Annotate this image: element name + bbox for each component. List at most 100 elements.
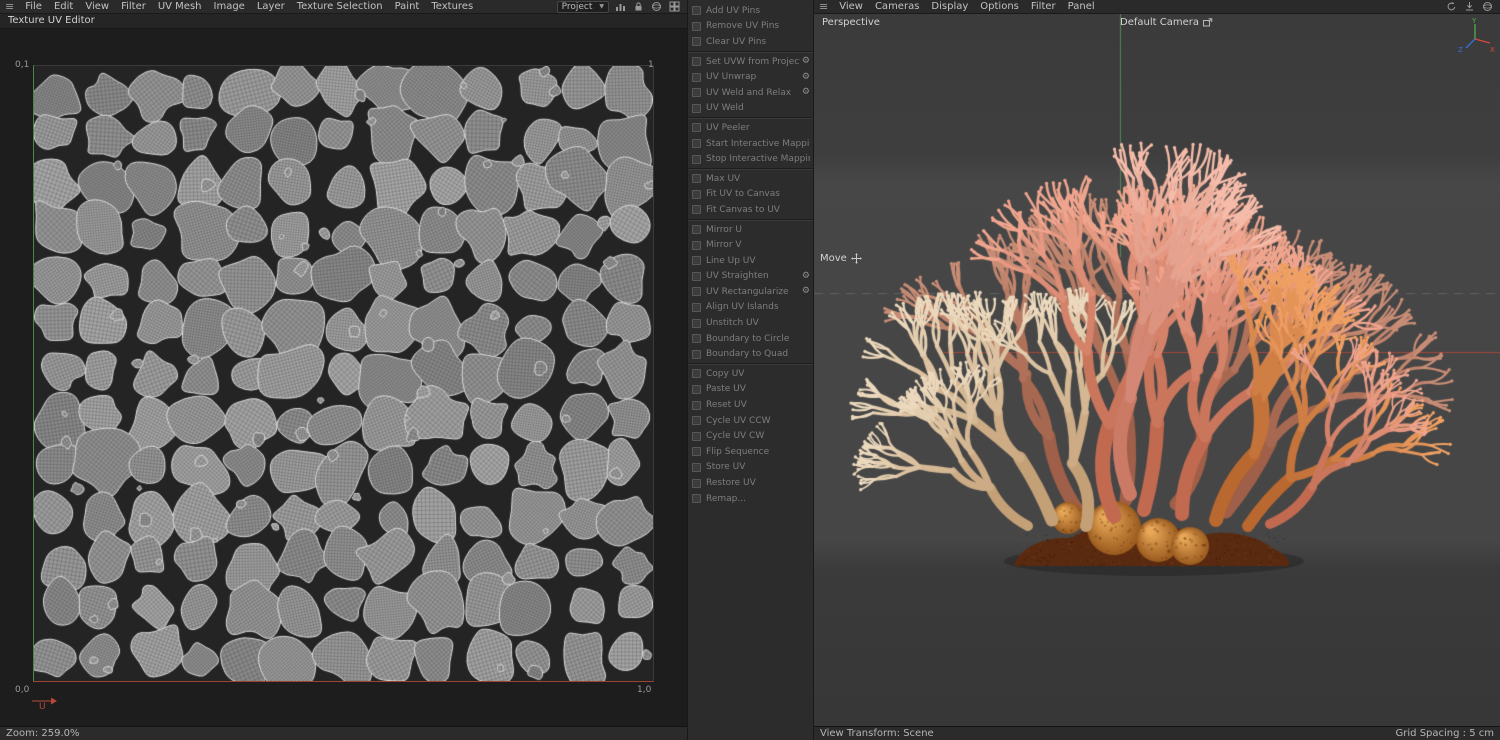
command-item-store-uv[interactable]: Store UV [688, 460, 813, 476]
command-icon [692, 416, 701, 426]
menu-item-options[interactable]: Options [974, 0, 1025, 14]
menu-item-paint[interactable]: Paint [389, 0, 426, 14]
viewport-panel: ≡ View Cameras Display Options Filter Panel P… [814, 0, 1500, 740]
u-axis-label: U [39, 702, 46, 712]
camera-label[interactable]: Default Camera [1120, 17, 1213, 28]
gear-icon[interactable]: ⚙ [800, 57, 810, 66]
lock-icon[interactable] [632, 0, 645, 13]
command-icon [692, 384, 701, 394]
command-label: Remove UV Pins [706, 21, 780, 32]
axis-label-z: Z [1458, 46, 1463, 54]
menu-item-filter[interactable]: Filter [1025, 0, 1062, 14]
command-item-uv-weld[interactable]: UV Weld [688, 101, 813, 117]
menu-item-view[interactable]: View [833, 0, 869, 14]
menu-item-edit[interactable]: Edit [48, 0, 79, 14]
commands-separator [688, 363, 813, 366]
sphere-icon[interactable] [1481, 0, 1494, 13]
grid-icon[interactable] [668, 0, 681, 13]
command-item-uv-peeler[interactable]: UV Peeler [688, 120, 813, 136]
command-icon [692, 72, 701, 82]
command-label: UV Weld [706, 103, 744, 114]
menu-item-textures[interactable]: Textures [425, 0, 479, 14]
uv-editor-panel: ≡ File Edit View Filter UV Mesh Image Layer Tex… [0, 0, 687, 740]
command-label: Paste UV [706, 384, 746, 395]
command-item-reset-uv[interactable]: Reset UV [688, 397, 813, 413]
gear-icon[interactable]: ⚙ [800, 88, 810, 97]
command-item-unstitch-uv[interactable]: Unstitch UV [688, 315, 813, 331]
command-item-max-uv[interactable]: Max UV [688, 171, 813, 187]
project-dropdown[interactable]: Project ▼ [556, 0, 609, 13]
hamburger-menu-icon[interactable]: ≡ [814, 0, 833, 14]
menu-item-uv-mesh[interactable]: UV Mesh [152, 0, 208, 14]
command-icon [692, 57, 701, 67]
command-item-mirror-u[interactable]: Mirror U [688, 222, 813, 238]
command-item-paste-uv[interactable]: Paste UV [688, 382, 813, 398]
command-item-fit-uv-to-canvas[interactable]: Fit UV to Canvas [688, 187, 813, 203]
refresh-icon[interactable] [1445, 0, 1458, 13]
histogram-icon[interactable] [614, 0, 627, 13]
command-item-uv-unwrap[interactable]: UV Unwrap ⚙ [688, 69, 813, 85]
menu-item-image[interactable]: Image [208, 0, 251, 14]
command-icon [692, 494, 701, 504]
command-item-restore-uv[interactable]: Restore UV [688, 475, 813, 491]
command-item-boundary-to-circle[interactable]: Boundary to Circle [688, 331, 813, 347]
command-item-fit-canvas-to-uv[interactable]: Fit Canvas to UV [688, 202, 813, 218]
command-item-align-uv-islands[interactable]: Align UV Islands [688, 300, 813, 316]
command-item-add-uv-pins[interactable]: Add UV Pins [688, 3, 813, 19]
command-item-remove-uv-pins[interactable]: Remove UV Pins [688, 19, 813, 35]
hamburger-menu-icon[interactable]: ≡ [0, 0, 19, 14]
axis-gizmo[interactable]: Y Z X [1454, 16, 1496, 62]
command-item-uv-rectangularize[interactable]: UV Rectangularize ⚙ [688, 284, 813, 300]
command-icon [692, 334, 701, 344]
gear-icon[interactable]: ⚙ [800, 287, 810, 296]
viewport-canvas[interactable] [814, 14, 1500, 726]
popout-icon [1202, 18, 1213, 27]
menu-item-filter[interactable]: Filter [115, 0, 152, 14]
menu-item-texture-selection[interactable]: Texture Selection [291, 0, 389, 14]
view-mode-label[interactable]: Perspective [822, 17, 880, 28]
command-item-boundary-to-quad[interactable]: Boundary to Quad [688, 346, 813, 362]
axis-label-y: Y [1471, 17, 1477, 25]
command-item-mirror-v[interactable]: Mirror V [688, 237, 813, 253]
gear-icon[interactable]: ⚙ [800, 72, 810, 82]
command-icon [692, 318, 701, 328]
menu-item-layer[interactable]: Layer [251, 0, 291, 14]
command-icon [692, 240, 701, 250]
uv-coord-bottom-left: 0,0 [15, 685, 30, 695]
command-item-set-uvw-from-projection[interactable]: Set UVW from Projection⚙ [688, 54, 813, 70]
command-icon [692, 462, 701, 472]
commands-separator [688, 50, 813, 53]
viewport-statusbar: View Transform: Scene Grid Spacing : 5 c… [814, 726, 1500, 740]
command-item-cycle-uv-cw[interactable]: Cycle UV CW [688, 428, 813, 444]
command-item-flip-sequence[interactable]: Flip Sequence [688, 444, 813, 460]
uv-editor-tab-label: Texture UV Editor [8, 15, 95, 26]
command-item-clear-uv-pins[interactable]: Clear UV Pins [688, 34, 813, 50]
menu-item-view[interactable]: View [79, 0, 115, 14]
command-item-copy-uv[interactable]: Copy UV [688, 366, 813, 382]
command-icon [692, 205, 701, 215]
gear-icon[interactable]: ⚙ [800, 271, 810, 281]
uv-canvas[interactable] [34, 66, 653, 681]
command-item-uv-weld-and-relax[interactable]: UV Weld and Relax ⚙ [688, 85, 813, 101]
command-label: Flip Sequence [706, 446, 770, 457]
menu-item-file[interactable]: File [19, 0, 48, 14]
uv-editor-tab[interactable]: Texture UV Editor [0, 14, 687, 29]
command-item-remap[interactable]: Remap... [688, 491, 813, 507]
command-item-start-interactive-mapping[interactable]: Start Interactive Mapping [688, 136, 813, 152]
command-icon [692, 287, 701, 297]
command-item-uv-straighten[interactable]: UV Straighten ⚙ [688, 269, 813, 285]
menu-item-panel[interactable]: Panel [1062, 0, 1101, 14]
command-item-line-up-uv[interactable]: Line Up UV [688, 253, 813, 269]
axis-label-x: X [1490, 46, 1495, 54]
command-label: Max UV [706, 173, 741, 184]
command-item-stop-interactive-mapping[interactable]: Stop Interactive Mapping [688, 151, 813, 167]
sphere-icon[interactable] [650, 0, 663, 13]
menu-item-cameras[interactable]: Cameras [869, 0, 925, 14]
camera-label-text: Default Camera [1120, 17, 1199, 28]
viewport-menubar: ≡ View Cameras Display Options Filter Panel [814, 0, 1500, 14]
download-icon[interactable] [1463, 0, 1476, 13]
command-item-cycle-uv-ccw[interactable]: Cycle UV CCW [688, 413, 813, 429]
uv-coord-bottom-right: 1,0 [637, 685, 652, 695]
menu-item-display[interactable]: Display [925, 0, 974, 14]
command-label: Restore UV [706, 478, 756, 489]
